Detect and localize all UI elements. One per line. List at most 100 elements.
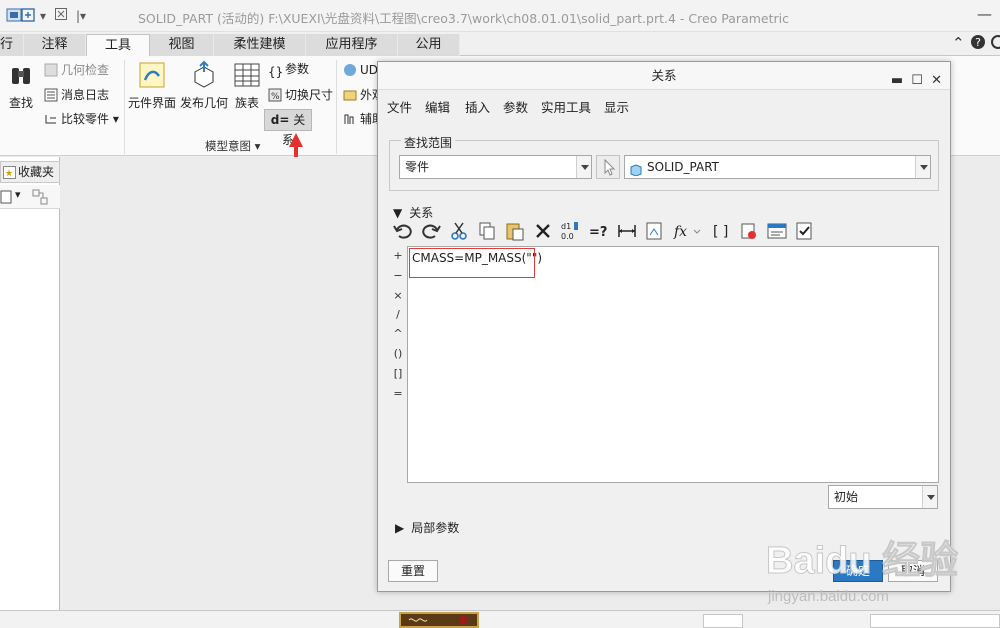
dropdown-icon[interactable]: ▾ xyxy=(15,188,21,201)
copy-icon[interactable] xyxy=(476,220,498,244)
minimize-icon[interactable]: ▬ xyxy=(891,73,903,88)
tab-view[interactable]: 视图 xyxy=(150,34,214,56)
udf-label: UD xyxy=(360,63,379,77)
brackets-operator[interactable]: [] xyxy=(391,367,405,380)
equals-operator[interactable]: = xyxy=(391,387,405,400)
geometry-check-button[interactable]: 几何检查 xyxy=(44,60,109,80)
delete-icon[interactable] xyxy=(532,220,554,244)
ribbon-tab-row: 行 注释 工具 视图 柔性建模 应用程序 公用 ⌃ ? xyxy=(0,32,1000,57)
dialog-title-bar[interactable]: 关系 ▬ ☐ ✕ xyxy=(378,62,950,90)
svg-text:=?: =? xyxy=(589,225,607,240)
verify-relations-icon[interactable] xyxy=(794,220,816,244)
minus-operator[interactable]: − xyxy=(391,269,405,282)
regenerate-icon[interactable] xyxy=(20,7,36,25)
parameters-button[interactable]: {} 参数 xyxy=(268,59,309,79)
tab-flexible-modeling[interactable]: 柔性建模 xyxy=(214,34,306,56)
close-window-icon[interactable] xyxy=(55,7,67,25)
svg-text:0.0: 0.0 xyxy=(561,232,574,241)
tab-applications[interactable]: 应用程序 xyxy=(306,34,398,56)
compare-part-button[interactable]: 比较零件 ▾ xyxy=(44,109,119,129)
paste-icon[interactable] xyxy=(504,220,526,244)
scope-object-select[interactable]: SOLID_PART xyxy=(624,155,931,179)
family-table-icon xyxy=(232,60,262,90)
menu-display[interactable]: 显示 xyxy=(604,97,629,116)
tab-model[interactable]: 行 xyxy=(0,34,24,56)
tab-annotate[interactable]: 注释 xyxy=(24,34,86,56)
redo-icon[interactable] xyxy=(420,220,442,244)
dimension-icon[interactable] xyxy=(616,220,638,244)
model-intent-group-label[interactable]: 模型意图 ▾ xyxy=(205,138,260,154)
local-params-section-toggle[interactable]: ▶ 局部参数 xyxy=(395,519,459,536)
family-table-label: 族表 xyxy=(234,96,259,110)
verify-icon[interactable]: =? xyxy=(588,220,610,244)
parameters-label: 参数 xyxy=(285,62,310,76)
menu-edit[interactable]: 编辑 xyxy=(425,97,450,116)
switch-dimensions-button[interactable]: % 切换尺寸 xyxy=(268,85,333,105)
minimize-icon[interactable]: — xyxy=(977,5,992,23)
status-field xyxy=(870,614,1000,628)
cut-icon[interactable] xyxy=(448,220,470,244)
publish-geometry-button[interactable]: 发布几何 xyxy=(180,60,228,111)
dropdown-arrow-icon[interactable]: ▾ xyxy=(40,7,46,25)
power-operator[interactable]: ^ xyxy=(391,327,405,340)
svg-text:★: ★ xyxy=(5,169,13,179)
insert-parameter-icon[interactable]: [ ] xyxy=(710,220,732,244)
evaluate-icon[interactable]: d1 0.0 xyxy=(560,220,582,244)
svg-text:fx: fx xyxy=(673,224,687,240)
sort-relations-icon[interactable] xyxy=(644,220,666,244)
relations-section-toggle[interactable]: ▼ 关系 xyxy=(393,204,433,221)
folder-view-icon[interactable] xyxy=(0,190,12,207)
part-icon xyxy=(630,161,642,183)
unit-icon[interactable] xyxy=(738,220,760,244)
component-interface-button[interactable]: 元件界面 xyxy=(128,60,176,111)
model-intent-label: 模型意图 xyxy=(205,139,251,153)
menu-utilities[interactable]: 实用工具 xyxy=(541,97,591,116)
left-panel: ★ 收藏夹 ▾ xyxy=(0,157,60,610)
relations-editor[interactable]: CMASS=MP_MASS("") xyxy=(407,246,939,483)
collapse-ribbon-icon[interactable]: ⌃ xyxy=(952,34,965,52)
customize-quick-access-icon[interactable]: |▾ xyxy=(76,7,86,25)
close-icon[interactable]: ✕ xyxy=(931,73,942,88)
left-panel-toolbar: ▾ xyxy=(0,185,60,209)
plus-operator[interactable]: + xyxy=(391,249,405,262)
units-select[interactable]: 初始 xyxy=(828,485,938,509)
find-label: 查找 xyxy=(8,96,33,110)
decorative-image-icon xyxy=(408,616,467,624)
help-icon[interactable]: ? xyxy=(970,34,986,54)
parentheses-operator[interactable]: () xyxy=(391,347,405,360)
highlight-box xyxy=(409,248,535,278)
reset-button[interactable]: 重置 xyxy=(388,560,438,582)
tab-tools[interactable]: 工具 xyxy=(86,34,150,57)
select-object-button[interactable] xyxy=(596,155,620,179)
find-button[interactable]: 查找 xyxy=(0,60,44,111)
divide-operator[interactable]: / xyxy=(391,308,405,321)
family-table-button[interactable]: 族表 xyxy=(229,60,265,111)
organize-icon[interactable] xyxy=(32,189,50,208)
insert-function-icon[interactable]: fx xyxy=(672,220,702,244)
geometry-check-icon xyxy=(44,63,58,77)
scope-type-select[interactable]: 零件 xyxy=(399,155,592,179)
maximize-icon[interactable]: ☐ xyxy=(911,73,923,88)
undo-icon[interactable] xyxy=(392,220,414,244)
units-value: 初始 xyxy=(834,490,859,504)
message-log-button[interactable]: 消息日志 xyxy=(44,85,109,105)
ok-button[interactable]: 确定 xyxy=(833,560,883,582)
compare-part-icon xyxy=(44,112,58,126)
menu-file[interactable]: 文件 xyxy=(387,97,412,116)
tab-common[interactable]: 公用 xyxy=(398,34,460,56)
show-dimensions-icon[interactable] xyxy=(766,220,788,244)
chevron-down-icon xyxy=(922,486,937,508)
scope-object-value: SOLID_PART xyxy=(647,160,719,174)
cancel-button[interactable]: 取消 xyxy=(888,560,938,582)
menu-insert[interactable]: 插入 xyxy=(465,97,490,116)
dialog-window-controls: ▬ ☐ ✕ xyxy=(891,67,942,95)
udf-button[interactable]: UD xyxy=(343,60,378,80)
menu-parameters[interactable]: 参数 xyxy=(503,97,528,116)
group-dropdown-icon: ▾ xyxy=(254,139,261,153)
relations-button[interactable]: d= 关系 xyxy=(264,109,312,147)
tab-favorites[interactable]: ★ 收藏夹 xyxy=(0,161,60,183)
settings-icon[interactable] xyxy=(990,34,1000,54)
multiply-operator[interactable]: × xyxy=(391,289,405,302)
collapse-triangle-icon: ▼ xyxy=(393,206,403,220)
compare-part-dropdown-icon[interactable]: ▾ xyxy=(113,112,119,126)
